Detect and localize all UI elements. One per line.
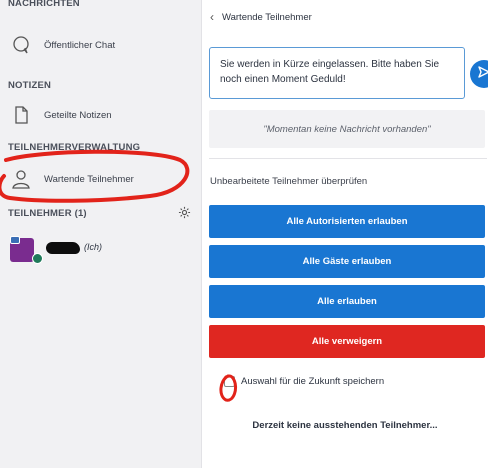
- back-button[interactable]: ‹ Wartende Teilnehmer: [210, 10, 312, 24]
- sidebar: NACHRICHTEN Öffentlicher Chat NOTIZEN Ge…: [0, 0, 202, 468]
- send-button[interactable]: [470, 60, 488, 88]
- sidebar-item-label: Geteilte Notizen: [44, 109, 112, 121]
- sidebar-item-public-chat[interactable]: Öffentlicher Chat: [8, 30, 191, 60]
- remember-choice-row[interactable]: Auswahl für die Zukunft speichern: [224, 376, 384, 387]
- allow-authenticated-button[interactable]: Alle Autorisierten erlauben: [209, 205, 485, 238]
- message-input[interactable]: Sie werden in Kürze eingelassen. Bitte h…: [209, 47, 465, 99]
- microphone-icon: [32, 253, 43, 264]
- chevron-left-icon: ‹: [210, 10, 214, 24]
- no-message-text: "Momentan keine Nachricht vorhanden": [263, 123, 431, 135]
- section-title-notes: NOTIZEN: [8, 80, 52, 91]
- no-pending-text: Derzeit keine ausstehenden Teilnehmer...: [252, 420, 438, 431]
- review-label: Unbearbeitete Teilnehmer überprüfen: [210, 176, 368, 187]
- remember-choice-label: Auswahl für die Zukunft speichern: [241, 376, 385, 387]
- gear-icon[interactable]: [178, 206, 191, 224]
- deny-all-button[interactable]: Alle verweigern: [209, 325, 485, 358]
- allow-guests-button[interactable]: Alle Gäste erlauben: [209, 245, 485, 278]
- allow-all-button[interactable]: Alle erlauben: [209, 285, 485, 318]
- sidebar-item-waiting-users[interactable]: Wartende Teilnehmer: [8, 164, 191, 194]
- user-icon: [10, 168, 32, 190]
- no-message-notice: "Momentan keine Nachricht vorhanden": [209, 110, 485, 148]
- sidebar-item-label: Öffentlicher Chat: [44, 39, 116, 51]
- panel-title: Wartende Teilnehmer: [222, 11, 312, 23]
- participant-row[interactable]: (Ich): [8, 236, 188, 266]
- document-icon: [10, 104, 32, 126]
- section-title-management: TEILNEHMERVERWALTUNG: [8, 142, 141, 153]
- send-icon: [477, 65, 488, 84]
- remember-choice-checkbox[interactable]: [224, 376, 235, 387]
- redacted-name: [46, 242, 80, 254]
- divider: [209, 158, 487, 159]
- section-title-participants: TEILNEHMER (1): [8, 208, 87, 219]
- presenter-icon: [10, 236, 20, 244]
- sidebar-item-label: Wartende Teilnehmer: [44, 173, 134, 185]
- sidebar-item-shared-notes[interactable]: Geteilte Notizen: [8, 100, 191, 130]
- waiting-users-panel: ‹ Wartende Teilnehmer Sie werden in Kürz…: [202, 0, 488, 468]
- user-suffix: (Ich): [84, 242, 102, 252]
- section-title-messages: NACHRICHTEN: [8, 0, 80, 9]
- chat-icon: [10, 34, 32, 56]
